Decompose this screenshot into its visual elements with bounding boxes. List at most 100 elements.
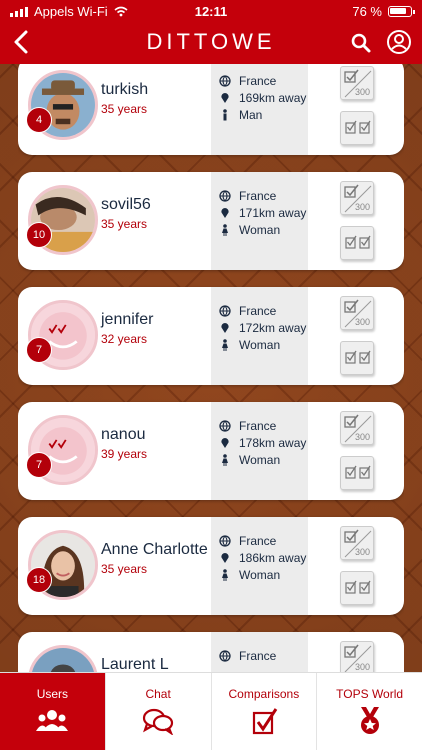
tab-tops-world[interactable]: TOPS World <box>317 673 422 750</box>
tab-users[interactable]: Users <box>0 673 106 750</box>
user-age: 32 years <box>101 332 148 346</box>
profile-icon[interactable] <box>386 29 412 55</box>
compare-answers-button[interactable] <box>340 456 374 490</box>
match-badge: 4 <box>26 107 52 133</box>
user-distance: 172km away <box>239 321 307 335</box>
user-name: nanou <box>101 426 146 443</box>
comparison-count: 300 <box>354 547 370 557</box>
user-age: 35 years <box>101 217 148 231</box>
match-badge: 10 <box>26 222 52 248</box>
location-pin-icon <box>221 323 229 333</box>
location-pin-icon <box>221 208 229 218</box>
check-box-icon <box>345 465 357 479</box>
comparison-count: 300 <box>354 662 370 672</box>
user-card[interactable]: 18 Anne Charlotte 35 years France 186km … <box>18 517 404 615</box>
compare-button[interactable]: 300 <box>340 411 374 445</box>
user-gender: Man <box>239 108 263 122</box>
compare-answers-button[interactable] <box>340 571 374 605</box>
chat-icon <box>143 708 174 735</box>
globe-icon <box>219 650 231 662</box>
user-card[interactable]: 7 nanou 39 years France 178km away Woman… <box>18 402 404 500</box>
user-list: 4 turkish 35 years France 169km away Man… <box>18 64 404 672</box>
user-name: Laurent L <box>101 656 169 672</box>
comparison-count: 300 <box>354 432 370 442</box>
user-country: France <box>239 419 277 433</box>
person-icon <box>222 224 228 236</box>
battery-label: 76 % <box>352 4 382 19</box>
medal-icon <box>360 707 379 734</box>
user-distance: 178km away <box>239 436 307 450</box>
compare-button[interactable]: 300 <box>340 296 374 330</box>
tab-comparisons[interactable]: Comparisons <box>212 673 318 750</box>
compare-button[interactable]: 300 <box>340 66 374 100</box>
location-pin-icon <box>221 93 229 103</box>
comparison-count: 300 <box>354 317 370 327</box>
check-box-icon <box>344 414 359 428</box>
search-icon[interactable] <box>350 32 372 54</box>
globe-icon <box>219 75 231 87</box>
check-box-icon <box>359 350 371 364</box>
check-box-icon <box>345 120 357 134</box>
person-icon <box>222 339 228 351</box>
user-gender: Woman <box>239 338 281 352</box>
compare-answers-button[interactable] <box>340 226 374 260</box>
avatar <box>28 645 98 672</box>
person-icon <box>223 109 227 121</box>
check-box-icon <box>359 580 371 594</box>
check-box-icon <box>344 299 359 313</box>
user-name: jennifer <box>101 311 154 328</box>
user-distance: 171km away <box>239 206 307 220</box>
users-icon <box>36 710 69 731</box>
check-box-icon <box>359 235 371 249</box>
compare-answers-button[interactable] <box>340 341 374 375</box>
user-country: France <box>239 189 277 203</box>
check-box-icon <box>344 644 359 658</box>
match-badge: 18 <box>26 567 52 593</box>
globe-icon <box>219 305 231 317</box>
user-info: France 186km away Woman <box>211 517 308 615</box>
person-icon <box>222 454 228 466</box>
status-bar: Appels Wi-Fi 12:11 76 % <box>0 4 422 20</box>
comparison-count: 300 <box>354 87 370 97</box>
user-info: France 169km away Man <box>211 64 308 155</box>
tab-label: Chat <box>145 687 171 701</box>
globe-icon <box>219 420 231 432</box>
tab-label: Comparisons <box>228 687 300 701</box>
user-distance: 186km away <box>239 551 307 565</box>
user-country: France <box>239 534 277 548</box>
user-country: France <box>239 304 277 318</box>
user-card[interactable]: Laurent L France 300 <box>18 632 404 672</box>
bottom-tab-bar: Users Chat Comparisons TOPS World <box>0 672 422 750</box>
user-card[interactable]: 10 sovil56 35 years France 171km away Wo… <box>18 172 404 270</box>
compare-button[interactable]: 300 <box>340 641 374 672</box>
user-age: 35 years <box>101 102 148 116</box>
compare-button[interactable]: 300 <box>340 526 374 560</box>
user-gender: Woman <box>239 453 281 467</box>
match-badge: 7 <box>26 337 52 363</box>
user-card[interactable]: 7 jennifer 32 years France 172km away Wo… <box>18 287 404 385</box>
user-info: France 171km away Woman <box>211 172 308 270</box>
user-info: France 172km away Woman <box>211 287 308 385</box>
user-info: France 178km away Woman <box>211 402 308 500</box>
user-name: sovil56 <box>101 196 151 213</box>
user-country: France <box>239 649 277 663</box>
globe-icon <box>219 190 231 202</box>
location-pin-icon <box>221 438 229 448</box>
check-box-icon <box>344 529 359 543</box>
top-bar: Appels Wi-Fi 12:11 76 % DITTOWE <box>0 0 422 64</box>
user-gender: Woman <box>239 223 281 237</box>
comparison-check-icon <box>252 708 278 735</box>
user-card[interactable]: 4 turkish 35 years France 169km away Man… <box>18 64 404 155</box>
check-box-icon <box>345 350 357 364</box>
user-name: turkish <box>101 81 149 98</box>
user-age: 39 years <box>101 447 148 461</box>
person-icon <box>222 569 228 581</box>
tab-chat[interactable]: Chat <box>106 673 212 750</box>
user-distance: 169km away <box>239 91 307 105</box>
compare-answers-button[interactable] <box>340 111 374 145</box>
user-gender: Woman <box>239 568 281 582</box>
check-box-icon <box>359 465 371 479</box>
match-badge: 7 <box>26 452 52 478</box>
check-box-icon <box>345 235 357 249</box>
compare-button[interactable]: 300 <box>340 181 374 215</box>
